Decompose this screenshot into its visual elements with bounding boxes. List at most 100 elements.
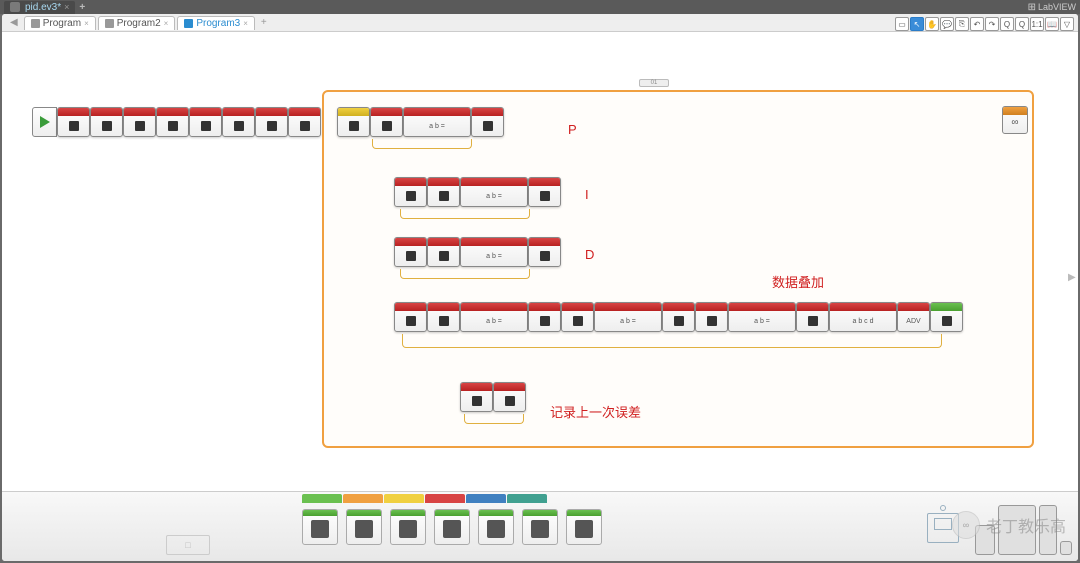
math-block[interactable]: a b = (460, 302, 528, 332)
sensor-block[interactable] (337, 107, 370, 137)
tool-save[interactable]: ⎘ (955, 17, 969, 31)
variable-block[interactable] (394, 177, 427, 207)
close-icon[interactable]: × (164, 19, 169, 28)
expand-dock[interactable] (1060, 541, 1072, 555)
palette-block-4[interactable] (434, 509, 470, 545)
doc-icon (105, 19, 114, 28)
variable-block[interactable] (662, 302, 695, 332)
variable-block[interactable] (427, 302, 460, 332)
math-block[interactable]: a b = (403, 107, 471, 137)
variable-block[interactable] (561, 302, 594, 332)
palette-tab-flow[interactable] (343, 494, 383, 503)
variable-block[interactable] (427, 237, 460, 267)
close-icon[interactable]: × (84, 19, 89, 28)
add-tab-button[interactable]: + (257, 17, 271, 28)
label-p: P (568, 122, 577, 137)
variable-block[interactable] (255, 107, 288, 137)
watermark-icon: ∞ (952, 511, 980, 539)
label-i: I (585, 187, 589, 202)
variable-block[interactable] (156, 107, 189, 137)
variable-block[interactable] (90, 107, 123, 137)
tool-comment[interactable]: 💬 (940, 17, 954, 31)
variable-block[interactable] (222, 107, 255, 137)
scroll-right[interactable]: ▶ (1068, 272, 1078, 288)
tool-redo[interactable]: ↷ (985, 17, 999, 31)
math-block[interactable]: a b = (728, 302, 796, 332)
variable-block[interactable] (123, 107, 156, 137)
tool-expand[interactable]: ▽ (1060, 17, 1074, 31)
variable-block[interactable] (394, 302, 427, 332)
variable-block[interactable] (471, 107, 504, 137)
doc-icon (31, 19, 40, 28)
motor-block[interactable] (930, 302, 963, 332)
variable-block[interactable] (796, 302, 829, 332)
workspace: ◀ Program× Program2× Program3× + ▭ ↖ ✋ 💬… (2, 14, 1078, 561)
tool-zoom-out[interactable]: Q (1000, 17, 1014, 31)
variable-block[interactable] (528, 177, 561, 207)
palette-tab-action[interactable] (302, 494, 342, 503)
brick-icon: ⊞ (1028, 2, 1036, 13)
watermark-text: 老丁教乐高 (986, 513, 1066, 537)
math-adv-block[interactable]: a b c d (829, 302, 897, 332)
wifi-icon (940, 505, 946, 511)
close-icon[interactable]: × (64, 2, 69, 12)
palette-tabs (302, 494, 1078, 503)
palette-tab-data[interactable] (425, 494, 465, 503)
tool-zoom-in[interactable]: Q (1015, 17, 1029, 31)
palette-block-6[interactable] (522, 509, 558, 545)
watermark: ∞ 老丁教乐高 (952, 511, 1066, 539)
palette-block-1[interactable] (302, 509, 338, 545)
label-sum: 数据叠加 (772, 272, 824, 291)
variable-block[interactable] (288, 107, 321, 137)
project-name: pid.ev3* (25, 2, 61, 13)
program-canvas[interactable]: 01 ∞ a b = P a b = I a b = D 数据叠加 (2, 32, 1078, 491)
variable-block[interactable] (394, 237, 427, 267)
label-record: 记录上一次误差 (550, 402, 641, 421)
start-block[interactable] (32, 107, 57, 137)
variable-block[interactable] (370, 107, 403, 137)
tab-program3[interactable]: Program3× (177, 16, 255, 30)
palette-block-7[interactable] (566, 509, 602, 545)
palette-block-3[interactable] (390, 509, 426, 545)
gear-icon (10, 2, 20, 12)
label-d: D (585, 247, 594, 262)
tool-undo[interactable]: ↶ (970, 17, 984, 31)
project-tab[interactable]: pid.ev3* × (4, 1, 75, 14)
tab-program2[interactable]: Program2× (98, 16, 176, 30)
variable-block[interactable] (427, 177, 460, 207)
tab-program[interactable]: Program× (24, 16, 96, 30)
palette-tab-advanced[interactable] (466, 494, 506, 503)
canvas-toolbar: ▭ ↖ ✋ 💬 ⎘ ↶ ↷ Q Q 1:1 📖 ▽ (895, 17, 1074, 31)
infinity-icon: ∞ (1003, 115, 1027, 128)
variable-block[interactable] (528, 237, 561, 267)
variable-block[interactable] (460, 382, 493, 412)
palette-tab-myblocks[interactable] (507, 494, 547, 503)
palette-block-2[interactable] (346, 509, 382, 545)
math-block[interactable]: a b = (460, 177, 528, 207)
variable-block[interactable]: ADV (897, 302, 930, 332)
loop-counter: 01 (639, 79, 669, 87)
tool-pan[interactable]: ✋ (925, 17, 939, 31)
add-project-button[interactable]: + (79, 2, 85, 13)
variable-block[interactable] (695, 302, 728, 332)
loop-end[interactable]: ∞ (1002, 106, 1028, 134)
palette-tab-sensor[interactable] (384, 494, 424, 503)
doc-icon (184, 19, 193, 28)
tool-pointer[interactable]: ↖ (910, 17, 924, 31)
app-titlebar: pid.ev3* × + ⊞ LabVIEW (0, 0, 1080, 14)
content-surface[interactable]: □ (166, 535, 210, 555)
variable-block[interactable] (493, 382, 526, 412)
tool-page[interactable]: ▭ (895, 17, 909, 31)
variable-block[interactable] (57, 107, 90, 137)
variable-block[interactable] (528, 302, 561, 332)
math-block[interactable]: a b = (594, 302, 662, 332)
tool-zoom-reset[interactable]: 1:1 (1030, 17, 1044, 31)
palette-block-5[interactable] (478, 509, 514, 545)
block-palette: □ ∞ 老丁教乐高 (2, 491, 1078, 561)
back-button[interactable]: ◀ (6, 17, 22, 28)
math-block[interactable]: a b = (460, 237, 528, 267)
program-tabs: ◀ Program× Program2× Program3× + ▭ ↖ ✋ 💬… (2, 14, 1078, 32)
close-icon[interactable]: × (243, 19, 248, 28)
tool-help[interactable]: 📖 (1045, 17, 1059, 31)
variable-block[interactable] (189, 107, 222, 137)
